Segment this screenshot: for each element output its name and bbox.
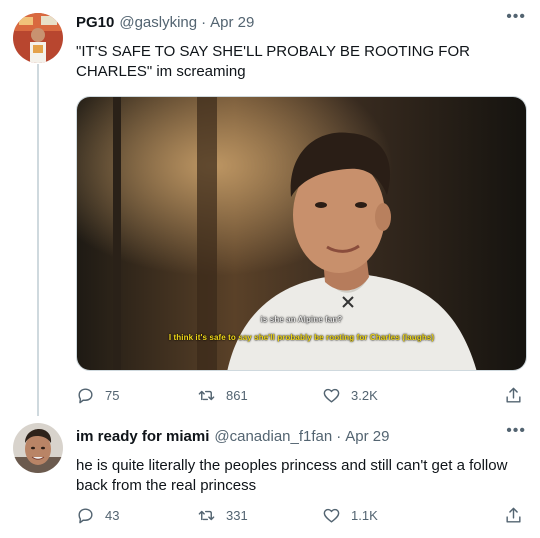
more-icon[interactable]: ••• <box>506 422 526 440</box>
reply-button[interactable]: 43 <box>76 506 119 525</box>
display-name[interactable]: PG10 <box>76 14 114 31</box>
retweet-button[interactable]: 331 <box>197 506 248 525</box>
like-count: 3.2K <box>351 388 378 403</box>
share-button[interactable] <box>504 506 533 525</box>
like-icon <box>323 508 340 523</box>
tweet-media-image[interactable]: is she an Alpine fan? I think it's safe … <box>76 96 527 371</box>
tweet-text: "IT'S SAFE TO SAY SHE'LL PROBALY BE ROOT… <box>76 43 470 80</box>
avatar[interactable] <box>13 13 63 63</box>
retweet-count: 331 <box>226 508 248 523</box>
share-icon <box>506 387 521 403</box>
display-name[interactable]: im ready for miami <box>76 428 209 445</box>
retweet-button[interactable]: 861 <box>197 386 248 405</box>
tweet[interactable]: im ready for miami @canadian_f1fan · Apr… <box>0 420 540 538</box>
like-button[interactable]: 3.2K <box>322 386 378 405</box>
like-count: 1.1K <box>351 508 378 523</box>
tweet-text: he is quite literally the peoples prince… <box>76 457 508 494</box>
tweet-actions: 75 861 3.2K <box>76 386 526 408</box>
separator-dot: · <box>201 14 207 31</box>
reply-icon <box>78 508 93 524</box>
tweet-header: im ready for miami @canadian_f1fan · Apr… <box>76 428 389 445</box>
user-handle[interactable]: @gaslyking <box>119 14 197 31</box>
retweet-icon <box>198 510 215 521</box>
separator-dot: · <box>336 428 342 445</box>
video-subtitle-question: is she an Alpine fan? <box>260 315 343 324</box>
video-subtitle-answer: I think it's safe to say she'll probably… <box>168 333 435 342</box>
tweet-actions: 43 331 1.1K <box>76 506 526 528</box>
retweet-count: 861 <box>226 388 248 403</box>
share-button[interactable] <box>504 386 533 405</box>
more-icon[interactable]: ••• <box>506 8 526 26</box>
user-handle[interactable]: @canadian_f1fan <box>214 428 332 445</box>
like-button[interactable]: 1.1K <box>322 506 378 525</box>
reply-count: 43 <box>105 508 120 523</box>
tweet[interactable]: PG10 @gaslyking · Apr 29 ••• "IT'S SAFE … <box>0 0 540 420</box>
reply-icon <box>78 388 93 404</box>
tweet-date[interactable]: Apr 29 <box>345 428 389 445</box>
retweet-icon <box>198 390 215 401</box>
avatar[interactable] <box>13 423 63 473</box>
share-icon <box>506 507 521 523</box>
like-icon <box>323 388 340 403</box>
tweet-header: PG10 @gaslyking · Apr 29 <box>76 14 254 31</box>
tweet-date[interactable]: Apr 29 <box>210 14 254 31</box>
reply-count: 75 <box>105 388 120 403</box>
reply-button[interactable]: 75 <box>76 386 119 405</box>
